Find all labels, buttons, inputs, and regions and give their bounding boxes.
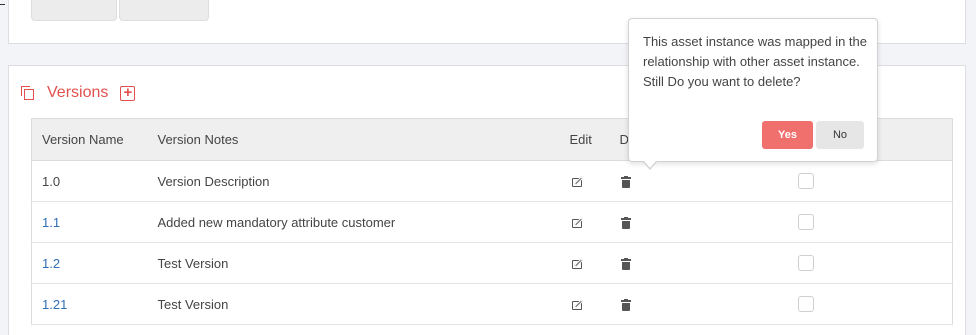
delete-confirm-popover: This asset instance was mapped in the re… <box>628 18 878 170</box>
table-row: 1.0 Version Description <box>31 160 953 202</box>
popover-message: This asset instance was mapped in the re… <box>643 34 868 89</box>
version-link[interactable]: 1.1 <box>42 215 60 230</box>
corner-mark <box>0 4 5 5</box>
section-header: Versions + <box>21 84 136 102</box>
column-header-version-notes: Version Notes <box>147 118 560 161</box>
yes-button[interactable]: Yes <box>762 121 813 149</box>
version-link[interactable]: 1.2 <box>42 256 60 271</box>
row-checkbox[interactable] <box>797 173 814 190</box>
trash-icon[interactable] <box>620 299 631 312</box>
version-notes: Test Version <box>147 283 560 325</box>
table-row: 1.1 Added new mandatory attribute custom… <box>31 201 953 243</box>
row-checkbox[interactable] <box>797 214 814 231</box>
popover-arrow <box>643 161 657 170</box>
version-name: 1.0 <box>42 173 61 189</box>
trash-icon[interactable] <box>620 176 631 189</box>
table-row: 1.2 Test Version <box>31 242 953 284</box>
top-button-1[interactable] <box>31 0 117 21</box>
table-row: 1.21 Test Version <box>31 283 953 325</box>
trash-icon[interactable] <box>620 217 631 230</box>
version-notes: Version Description <box>147 160 560 202</box>
version-link[interactable]: 1.21 <box>42 297 67 312</box>
version-notes: Test Version <box>147 242 560 284</box>
column-header-edit: Edit <box>559 118 610 161</box>
trash-icon[interactable] <box>620 258 631 271</box>
edit-icon[interactable] <box>571 176 585 188</box>
section-title: Versions <box>47 84 109 101</box>
no-button[interactable]: No <box>816 121 864 149</box>
edit-icon[interactable] <box>571 258 585 270</box>
edit-icon[interactable] <box>571 299 585 311</box>
column-header-version-name: Version Name <box>31 118 148 161</box>
edit-icon[interactable] <box>571 217 585 229</box>
copy-icon <box>21 86 35 100</box>
top-button-2[interactable] <box>119 0 209 21</box>
add-version-icon[interactable]: + <box>120 85 136 101</box>
row-checkbox[interactable] <box>797 255 814 272</box>
row-checkbox[interactable] <box>797 296 814 313</box>
version-notes: Added new mandatory attribute customer <box>147 201 560 243</box>
